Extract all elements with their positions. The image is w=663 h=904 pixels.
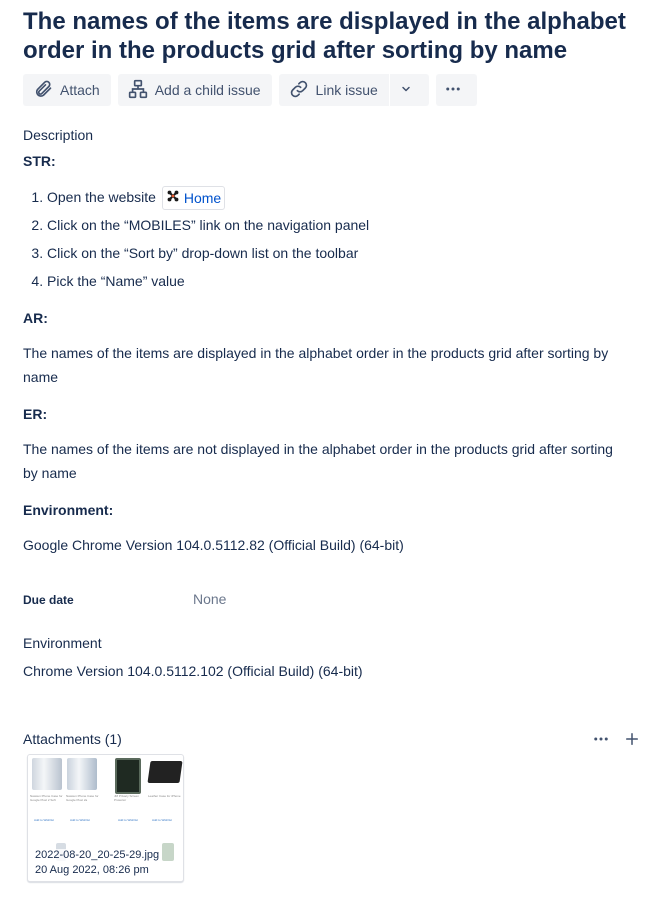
- environment-label: Environment:: [23, 502, 114, 518]
- due-date-value[interactable]: None: [193, 591, 226, 607]
- more-horizontal-icon: [444, 80, 469, 101]
- paperclip-icon: [33, 79, 60, 102]
- add-child-issue-label: Add a child issue: [154, 82, 261, 98]
- list-item: Open the website Home: [47, 185, 369, 213]
- attachments-more-button[interactable]: [592, 730, 610, 753]
- list-item: Click on the “Sort by” drop-down list on…: [47, 241, 369, 269]
- issue-toolbar: Attach Add a child issue Link issue: [23, 74, 477, 106]
- link-issue-split-button: Link issue: [278, 74, 429, 106]
- home-link[interactable]: Home: [161, 186, 226, 211]
- joomla-icon: [166, 186, 184, 210]
- link-issue-label: Link issue: [315, 82, 378, 98]
- add-attachment-button[interactable]: [623, 730, 641, 753]
- list-item: Pick the “Name” value: [47, 269, 369, 297]
- attach-button[interactable]: Attach: [23, 74, 111, 106]
- steps-list: Open the website Home Click on the “MOBI…: [23, 185, 369, 297]
- issue-title[interactable]: The names of the items are displayed in …: [23, 7, 643, 65]
- attachments-heading: Attachments (1): [23, 731, 122, 747]
- environment-field-value[interactable]: Chrome Version 104.0.5112.102 (Official …: [23, 663, 363, 679]
- plus-icon: [623, 733, 641, 752]
- more-horizontal-icon: [592, 735, 610, 752]
- ar-label: AR:: [23, 310, 48, 326]
- attachment-filename: 2022-08-20_20-25-29.jpg: [35, 849, 160, 861]
- environment-text: Google Chrome Version 104.0.5112.82 (Off…: [23, 537, 404, 553]
- er-text: The names of the items are not displayed…: [23, 441, 613, 481]
- environment-field-label: Environment: [23, 635, 102, 651]
- more-actions-button[interactable]: [435, 74, 477, 106]
- hierarchy-icon: [128, 79, 155, 102]
- chevron-down-icon: [400, 82, 419, 98]
- ar-text: The names of the items are displayed in …: [23, 345, 609, 385]
- add-child-issue-button[interactable]: Add a child issue: [117, 74, 272, 106]
- list-item: Click on the “MOBILES” link on the navig…: [47, 213, 369, 241]
- link-issue-button[interactable]: Link issue: [278, 74, 389, 106]
- description-heading: Description: [23, 127, 94, 143]
- er-label: ER:: [23, 406, 48, 422]
- due-date-label: Due date: [23, 593, 74, 607]
- link-icon: [289, 79, 316, 102]
- home-link-label: Home: [183, 190, 222, 207]
- step-text: Open the website: [47, 189, 156, 205]
- str-label: STR:: [23, 153, 56, 169]
- attach-button-label: Attach: [60, 82, 100, 98]
- attachment-card[interactable]: Nawsun Phone Case for Google Pixel 2 Sof…: [27, 754, 184, 882]
- attachment-date: 20 Aug 2022, 08:26 pm: [35, 864, 149, 876]
- link-issue-dropdown-button[interactable]: [389, 74, 429, 106]
- attachment-thumbnail: Nawsun Phone Case for Google Pixel 2 Sof…: [28, 755, 183, 881]
